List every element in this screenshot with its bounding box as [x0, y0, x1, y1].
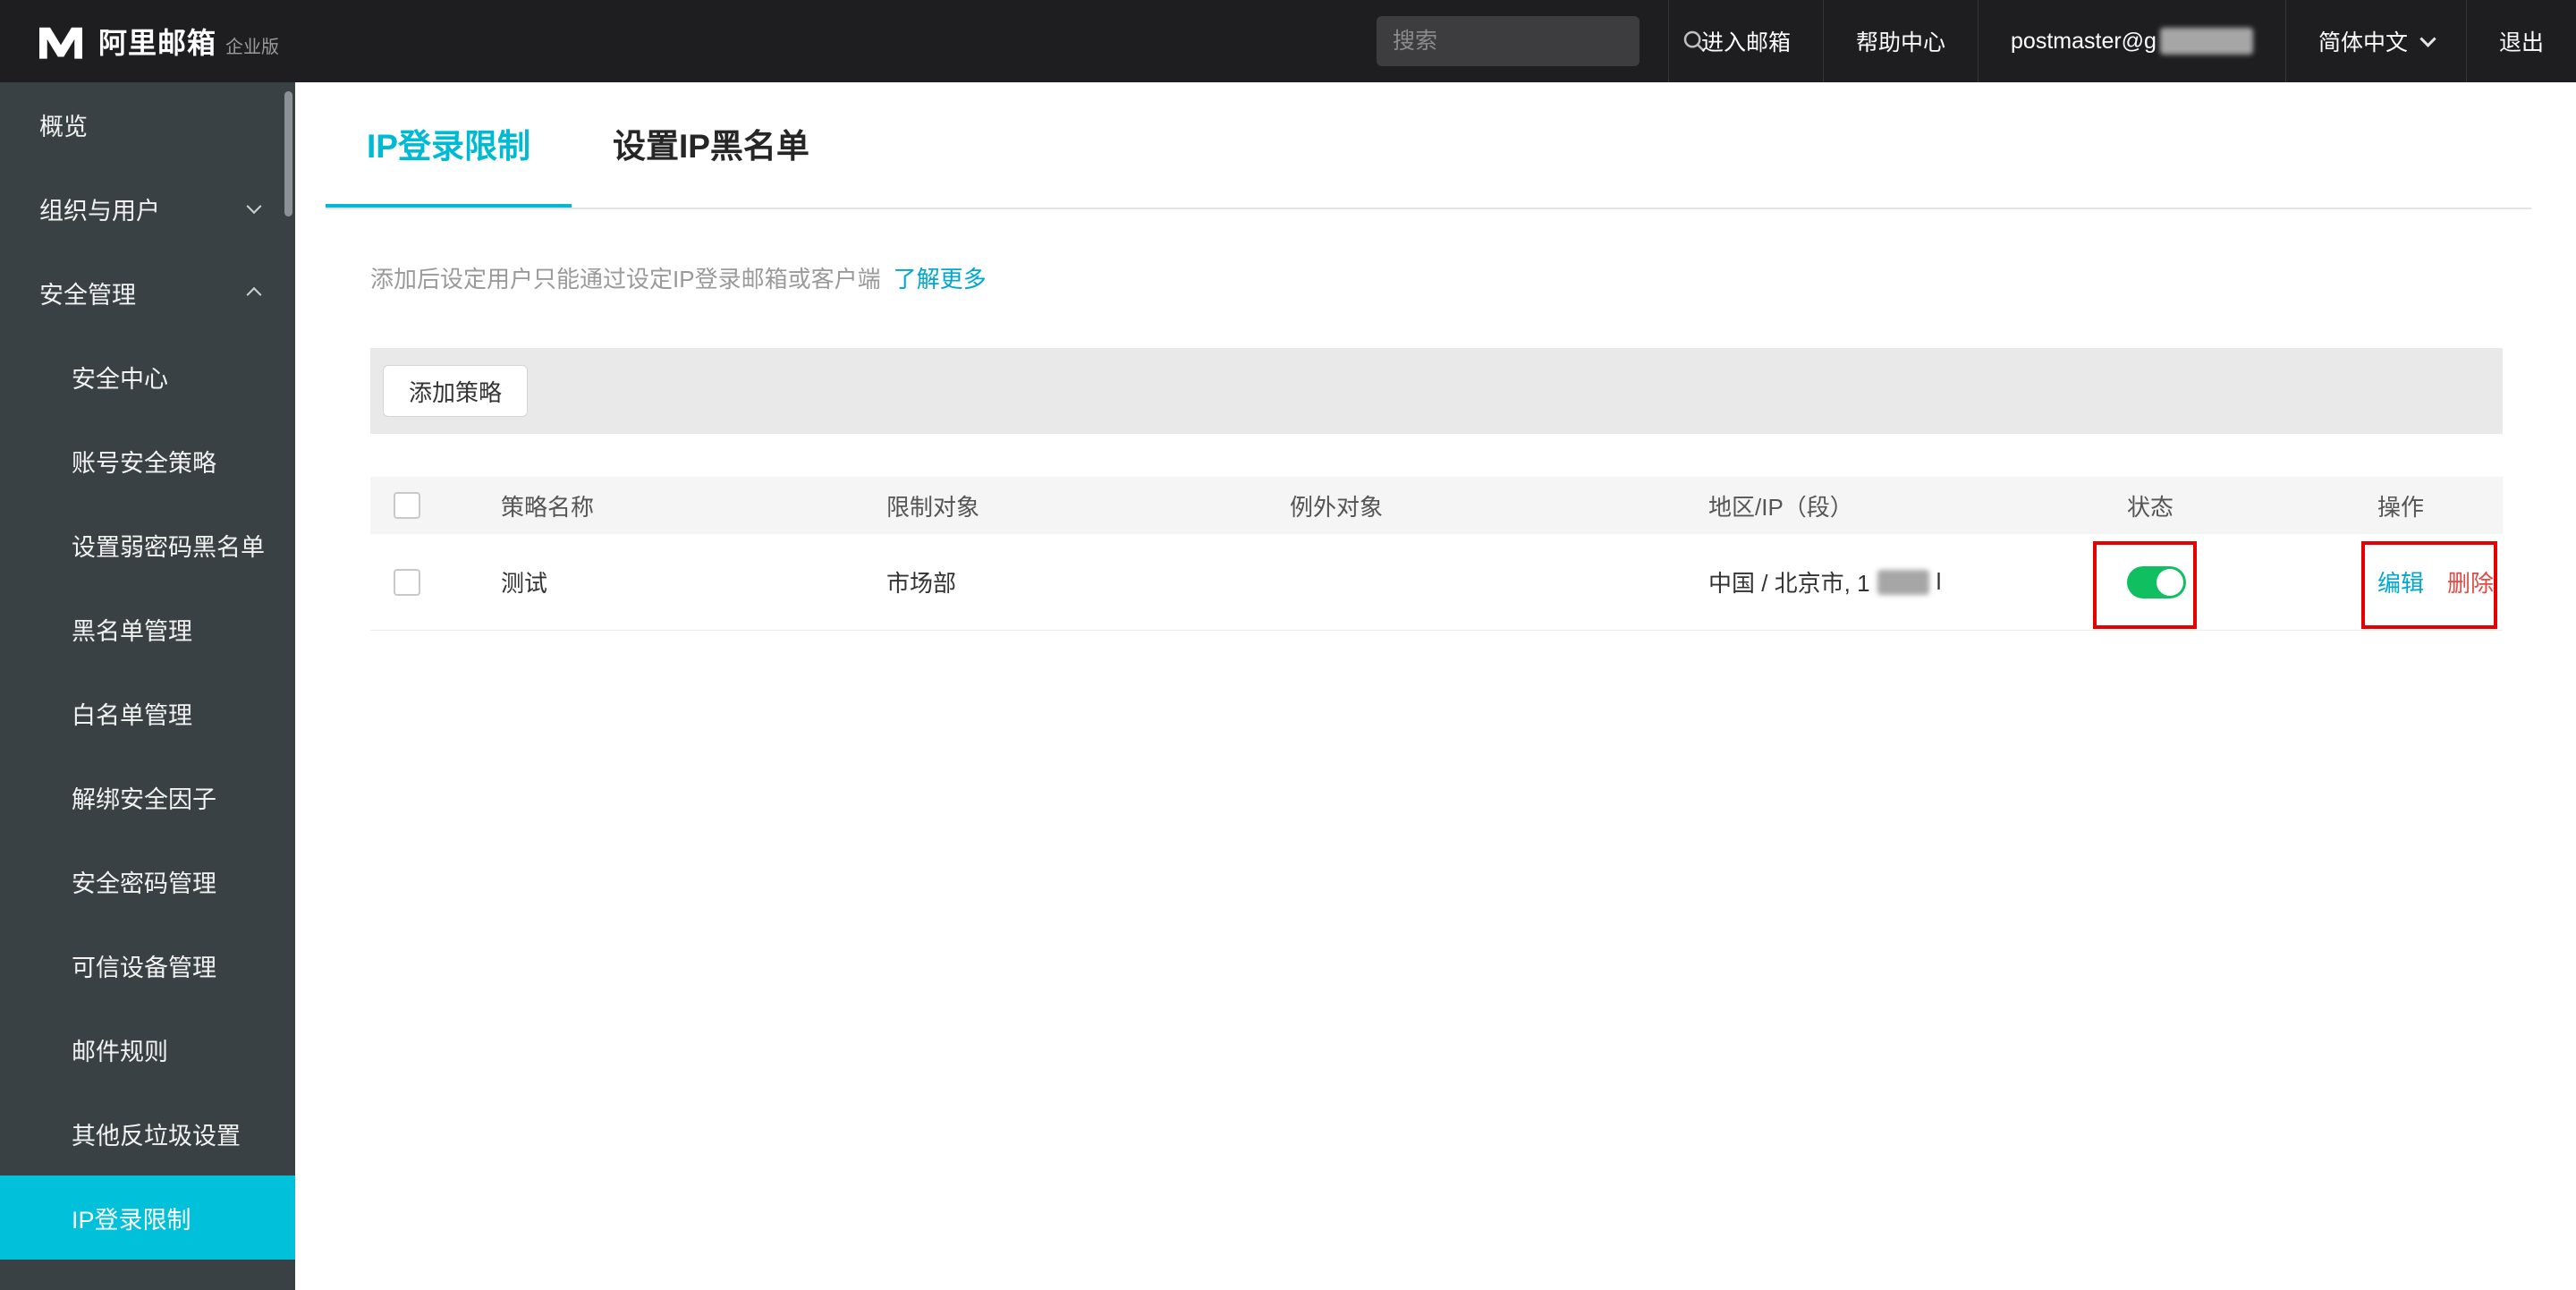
sidebar-item-ip-login-limit[interactable]: IP登录限制	[0, 1175, 295, 1260]
cell-restricted-target: 市场部	[886, 570, 957, 597]
sidebar-item-label: IP登录限制	[72, 1206, 191, 1234]
sidebar: 概览 组织与用户 安全管理 安全中心 账号安全策略 设置弱密码黑名单 黑名单管理…	[0, 82, 295, 1290]
cell-actions: 编辑 删除	[2377, 565, 2503, 598]
topbar: 阿里邮箱 企业版 进入邮箱 帮助中心 postmaster@g 简体中文 退出	[0, 0, 2576, 82]
cell-policy-name: 测试	[501, 570, 548, 597]
sidebar-item-blacklist-mgmt[interactable]: 黑名单管理	[0, 587, 295, 671]
column-header-exception-target: 例外对象	[1290, 493, 1384, 521]
column-header-status: 状态	[2127, 493, 2174, 521]
sidebar-item-label: 白名单管理	[72, 701, 192, 729]
chevron-down-icon	[2419, 30, 2436, 47]
learn-more-link[interactable]: 了解更多	[894, 261, 987, 294]
chevron-up-icon	[246, 286, 262, 302]
column-header-actions: 操作	[2377, 493, 2425, 521]
sidebar-item-label: 安全密码管理	[72, 870, 216, 897]
account-menu[interactable]: postmaster@g	[1978, 0, 2285, 82]
sidebar-item-label: 概览	[39, 113, 88, 140]
sidebar-scrollbar[interactable]	[284, 91, 292, 216]
table-row: 测试 市场部 中国 / 北京市, 1 l 编辑 删除	[370, 534, 2503, 631]
logo-edition-badge: 企业版	[225, 37, 280, 57]
tab-bar: IP登录限制 设置IP黑名单	[326, 82, 2531, 209]
column-header-region-ip: 地区/IP（段）	[1708, 493, 1853, 521]
sidebar-item-org-users[interactable]: 组织与用户	[0, 166, 295, 250]
table-gap	[370, 434, 2503, 477]
add-policy-button[interactable]: 添加策略	[383, 365, 529, 417]
logout-button[interactable]: 退出	[2465, 0, 2576, 82]
sidebar-item-weak-password-blacklist[interactable]: 设置弱密码黑名单	[0, 503, 295, 587]
sidebar-item-label: 设置弱密码黑名单	[72, 533, 265, 561]
account-label: postmaster@g	[2011, 28, 2157, 54]
column-header-policy-name: 策略名称	[501, 493, 595, 521]
help-center-button[interactable]: 帮助中心	[1823, 0, 1978, 82]
enter-mail-label: 进入邮箱	[1700, 30, 1791, 55]
table-toolbar: 添加策略	[370, 348, 2503, 434]
tab-label: 设置IP黑名单	[612, 128, 809, 165]
sidebar-item-account-security-policy[interactable]: 账号安全策略	[0, 419, 295, 503]
sidebar-item-label: 账号安全策略	[72, 449, 216, 477]
edit-link[interactable]: 编辑	[2377, 565, 2424, 598]
sidebar-item-security-password-mgmt[interactable]: 安全密码管理	[0, 839, 295, 923]
masked-ip-text	[1877, 569, 1929, 595]
tab-ip-blacklist[interactable]: 设置IP黑名单	[572, 82, 851, 208]
logo-title: 阿里邮箱	[98, 27, 217, 59]
help-center-label: 帮助中心	[1856, 30, 1946, 55]
region-text-suffix: l	[1936, 568, 1942, 595]
tab-ip-login-limit[interactable]: IP登录限制	[326, 82, 572, 208]
sidebar-item-label: 黑名单管理	[72, 617, 192, 645]
masked-account-text	[2159, 28, 2253, 55]
row-checkbox[interactable]	[394, 568, 420, 596]
sidebar-item-whitelist-mgmt[interactable]: 白名单管理	[0, 671, 295, 755]
main-content: IP登录限制 设置IP黑名单 添加后设定用户只能通过设定IP登录邮箱或客户端 了…	[295, 82, 2576, 1290]
logo: 阿里邮箱 企业版	[0, 20, 279, 63]
sidebar-item-label: 组织与用户	[39, 197, 160, 225]
sidebar-item-label: 安全中心	[72, 365, 168, 393]
sidebar-item-trusted-device-mgmt[interactable]: 可信设备管理	[0, 923, 295, 1007]
sidebar-item-security-mgmt[interactable]: 安全管理	[0, 250, 295, 335]
language-menu[interactable]: 简体中文	[2284, 0, 2466, 82]
tab-label: IP登录限制	[367, 128, 530, 165]
enter-mail-button[interactable]: 进入邮箱	[1667, 0, 1823, 82]
sidebar-item-label: 邮件规则	[72, 1038, 168, 1065]
table-header-row: 策略名称 限制对象 例外对象 地区/IP（段） 状态 操作	[370, 477, 2503, 534]
sidebar-item-label: 解绑安全因子	[72, 785, 216, 813]
sidebar-item-other-antispam[interactable]: 其他反垃圾设置	[0, 1091, 295, 1175]
logout-label: 退出	[2498, 30, 2544, 55]
chevron-down-icon	[246, 199, 262, 215]
region-text: 中国 / 北京市, 1	[1708, 570, 1870, 597]
search-input[interactable]	[1392, 28, 1681, 55]
sidebar-item-label: 其他反垃圾设置	[72, 1122, 241, 1150]
language-label: 简体中文	[2318, 30, 2408, 55]
select-all-checkbox[interactable]	[394, 492, 420, 519]
column-header-restricted-target: 限制对象	[886, 493, 980, 521]
sidebar-item-label: 安全管理	[39, 281, 136, 309]
description-text: 添加后设定用户只能通过设定IP登录邮箱或客户端	[370, 266, 881, 293]
sidebar-item-security-center[interactable]: 安全中心	[0, 335, 295, 419]
page-description: 添加后设定用户只能通过设定IP登录邮箱或客户端 了解更多	[370, 261, 2503, 294]
sidebar-item-overview[interactable]: 概览	[0, 82, 295, 166]
search-box[interactable]	[1376, 16, 1706, 66]
status-toggle[interactable]	[2127, 565, 2186, 598]
cell-status	[2127, 565, 2377, 598]
delete-link[interactable]: 删除	[2447, 565, 2494, 598]
alimail-logo-icon	[36, 20, 86, 63]
policy-table-card: 添加策略 策略名称 限制对象 例外对象 地区/IP（段） 状态 操作 测试 市场…	[370, 348, 2503, 631]
cell-region-ip: 中国 / 北京市, 1 l	[1708, 565, 2127, 598]
sidebar-item-label: 可信设备管理	[72, 954, 216, 981]
sidebar-item-mail-rules[interactable]: 邮件规则	[0, 1007, 295, 1091]
toggle-knob	[2157, 568, 2183, 596]
sidebar-item-unbind-security-factor[interactable]: 解绑安全因子	[0, 755, 295, 839]
